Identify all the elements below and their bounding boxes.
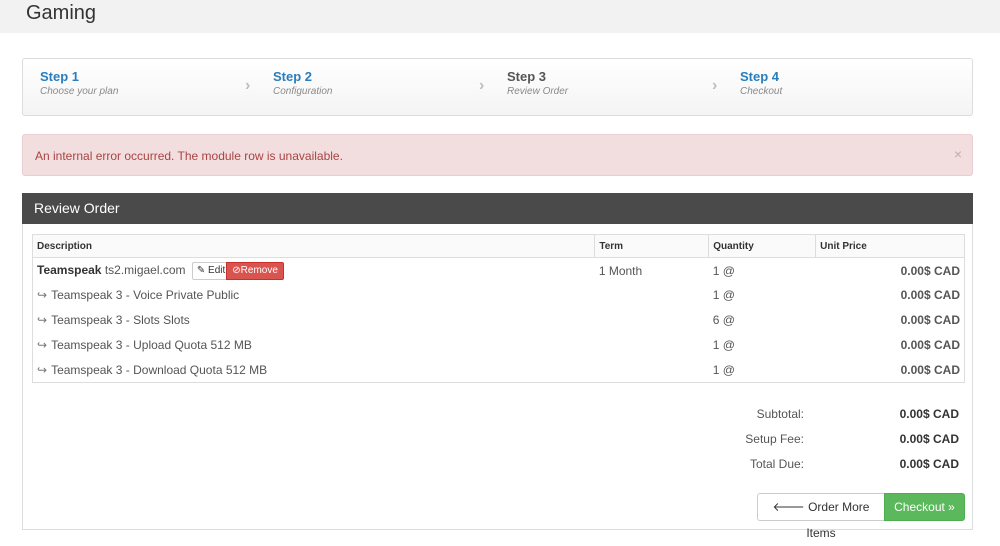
error-alert: An internal error occurred. The module r… xyxy=(22,134,973,176)
column-header: Unit Price xyxy=(815,234,965,258)
price-cell: 0.00$ CAD xyxy=(900,313,960,327)
quantity-cell: 1 @ xyxy=(712,338,735,352)
totals-value: 0.00$ CAD xyxy=(899,432,959,446)
step-label: Review Order xyxy=(507,86,569,97)
column-header: Term xyxy=(594,234,710,258)
step-1[interactable]: Step 1 Choose your plan xyxy=(40,68,118,99)
table-header-row: Description Term Quantity Unit Price xyxy=(32,234,965,258)
quantity-cell: 6 @ xyxy=(712,313,735,327)
step-3: Step 3 Review Order xyxy=(507,68,568,99)
setup-fee-row: Setup Fee: 0.00$ CAD xyxy=(659,432,959,457)
quantity-cell: 1 @ xyxy=(712,362,735,377)
ban-icon: ⊘ xyxy=(232,265,241,277)
option-label: Teamspeak 3 - Voice Private Public xyxy=(51,288,240,302)
step-label: Checkout xyxy=(740,86,783,97)
step-label: Choose your plan xyxy=(40,86,119,97)
column-header: Quantity xyxy=(708,234,817,258)
order-items-table: Description Term Quantity Unit Price Tea… xyxy=(32,234,965,383)
term-cell xyxy=(595,283,709,308)
remove-button[interactable]: ⊘Remove xyxy=(226,262,284,281)
step-2[interactable]: Step 2 Configuration xyxy=(273,68,332,99)
order-totals: Subtotal: 0.00$ CAD Setup Fee: 0.00$ CAD… xyxy=(659,407,959,482)
option-label: Teamspeak 3 - Download Quota 512 MB xyxy=(51,362,268,377)
step-number: Step 1 xyxy=(40,69,80,84)
quantity-cell: 1 @ xyxy=(712,264,735,279)
checkout-label: Checkout xyxy=(894,500,945,514)
total-due-row: Total Due: 0.00$ CAD xyxy=(659,457,959,482)
totals-value: 0.00$ CAD xyxy=(899,457,959,471)
option-description: ↪ Teamspeak 3 - Slots Slots xyxy=(33,308,595,333)
price-cell: 0.00$ CAD xyxy=(900,338,960,352)
page-title: Gaming xyxy=(26,2,97,24)
order-more-label: Order More Items xyxy=(806,500,870,540)
quantity-cell: 1 @ xyxy=(712,288,735,302)
close-icon[interactable]: × xyxy=(954,146,962,162)
term-cell: 1 Month xyxy=(598,264,643,279)
top-bar: Gaming xyxy=(0,0,1000,33)
review-order-panel: Review Order Description Term Quantity U… xyxy=(22,193,973,540)
order-steps: Step 1 Choose your plan › Step 2 Configu… xyxy=(22,58,973,116)
step-number: Step 4 xyxy=(740,69,780,84)
order-more-items-button[interactable]: 🡐 Order More Items xyxy=(757,493,885,540)
step-number: Step 2 xyxy=(273,69,313,84)
subtotal-row: Subtotal: 0.00$ CAD xyxy=(659,407,959,432)
totals-label: Total Due: xyxy=(749,457,804,471)
reply-arrow-icon: ↪ xyxy=(37,338,48,352)
step-number: Step 3 xyxy=(507,69,547,84)
table-row: ↪ Teamspeak 3 - Upload Quota 512 MB 1 @ 0… xyxy=(33,333,965,358)
table-row: ↪ Teamspeak 3 - Download Quota 512 MB 1 @… xyxy=(33,358,965,383)
table-row: Teamspeak ts2.migael.com ✎ Edit ⊘Remove 1… xyxy=(33,258,965,283)
panel-header: Review Order xyxy=(22,193,973,224)
chevron-right-icon: › xyxy=(479,77,485,94)
price-cell: 0.00$ CAD xyxy=(900,288,960,302)
column-header: Description xyxy=(32,234,596,258)
table-row: ↪ Teamspeak 3 - Voice Private Public 1 @ … xyxy=(33,283,965,308)
option-label: Teamspeak 3 - Upload Quota 512 MB xyxy=(51,338,252,352)
totals-value: 0.00$ CAD xyxy=(899,407,959,421)
package-host: ts2.migael.com xyxy=(104,263,186,278)
edit-icon: ✎ xyxy=(196,265,206,277)
price-cell: 0.00$ CAD xyxy=(900,362,960,377)
term-cell xyxy=(595,358,709,383)
option-label: Teamspeak 3 - Slots Slots xyxy=(51,313,190,327)
package-name: Teamspeak xyxy=(37,263,102,278)
chevron-right-icon: › xyxy=(712,77,718,94)
reply-arrow-icon: ↪ xyxy=(37,313,48,327)
remove-label: Remove xyxy=(240,265,278,277)
double-chevron-right-icon: » xyxy=(948,500,955,514)
table-row: ↪ Teamspeak 3 - Slots Slots 6 @ 0.00$ CAD xyxy=(33,308,965,333)
arrow-left-icon: 🡐 xyxy=(772,500,805,514)
chevron-right-icon: › xyxy=(245,77,251,94)
price-cell: 0.00$ CAD xyxy=(900,264,960,279)
checkout-button[interactable]: Checkout » xyxy=(884,493,965,521)
edit-label: Edit xyxy=(208,265,226,277)
option-description: ↪ Teamspeak 3 - Upload Quota 512 MB xyxy=(33,333,595,358)
edit-button[interactable]: ✎ Edit xyxy=(191,262,231,281)
totals-label: Subtotal: xyxy=(756,407,804,421)
option-description: ↪ Teamspeak 3 - Voice Private Public xyxy=(33,283,595,308)
option-description: ↪ Teamspeak 3 - Download Quota 512 MB xyxy=(33,358,595,383)
panel-title: Review Order xyxy=(34,200,120,216)
term-cell xyxy=(595,308,709,333)
step-4[interactable]: Step 4 Checkout xyxy=(740,68,782,99)
package-description: Teamspeak ts2.migael.com ✎ Edit ⊘Remove xyxy=(33,258,595,283)
totals-label: Setup Fee: xyxy=(745,432,804,446)
term-cell xyxy=(595,333,709,358)
step-label: Configuration xyxy=(273,86,333,97)
reply-arrow-icon: ↪ xyxy=(37,288,48,302)
reply-arrow-icon: ↪ xyxy=(37,362,48,377)
alert-message: An internal error occurred. The module r… xyxy=(35,149,343,163)
